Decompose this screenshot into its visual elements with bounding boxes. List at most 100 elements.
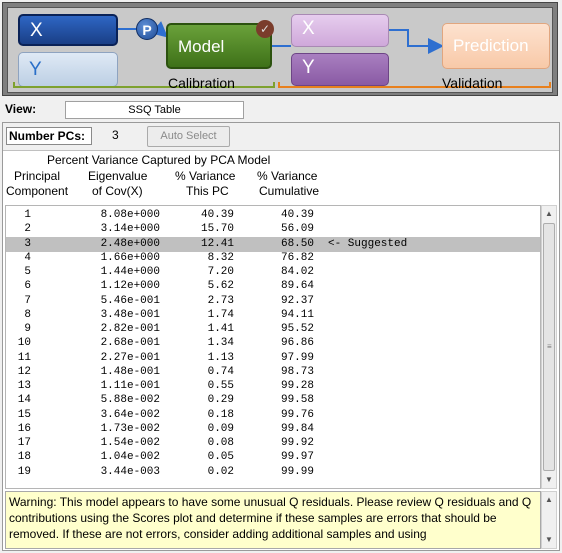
- number-pcs-value[interactable]: 3: [112, 128, 119, 142]
- scroll-down-icon[interactable]: ▼: [542, 472, 556, 488]
- validation-bracket: [278, 82, 551, 88]
- cell-eig: 2.68e-001: [100, 337, 160, 350]
- cell-var: 0.02: [207, 465, 234, 478]
- cell-var: 7.20: [207, 266, 234, 278]
- cell-var: 0.05: [207, 451, 234, 464]
- ssq-table-panel: Number PCs: 3 Auto Select Percent Varian…: [2, 122, 560, 551]
- cell-var: 1.74: [207, 308, 234, 321]
- x-validation-block[interactable]: X: [291, 14, 389, 47]
- cell-eig: 3.64e-002: [100, 408, 160, 421]
- cell-eig: 1.54e-002: [100, 437, 160, 449]
- cell-cum: 40.39: [280, 209, 314, 221]
- workflow-panel: X Y P Model ✓ X Y Prediction Calibration…: [2, 2, 558, 96]
- view-selector[interactable]: SSQ Table: [65, 101, 244, 119]
- table-row[interactable]: 17 1.54e-002 0.08 99.92: [6, 436, 540, 451]
- table-row[interactable]: 7 5.46e-001 2.73 92.37: [6, 294, 540, 309]
- cell-eig: 3.48e-001: [100, 308, 160, 321]
- cell-var: 15.70: [200, 223, 234, 236]
- table-row[interactable]: 12 1.48e-001 0.74 98.73: [6, 365, 540, 380]
- calibration-label: Calibration: [168, 75, 235, 91]
- table-row[interactable]: 2 3.14e+000 15.70 56.09: [6, 222, 540, 237]
- cell-cum: 76.82: [280, 251, 314, 264]
- cell-var: 0.29: [207, 394, 234, 407]
- cell-eig: 1.04e-002: [100, 451, 160, 464]
- cell-eig: 2.27e-001: [100, 351, 160, 364]
- table-row[interactable]: 14 5.88e-002 0.29 99.58: [6, 393, 540, 408]
- cell-pc: 10: [17, 337, 31, 350]
- table-row[interactable]: 8 3.48e-001 1.74 94.11: [6, 308, 540, 323]
- cell-cum: 98.73: [280, 365, 314, 378]
- cell-cum: 99.97: [280, 451, 314, 464]
- warning-scrollbar[interactable]: ▲ ▼: [541, 491, 557, 549]
- table-row[interactable]: 4 1.66e+000 8.32 76.82: [6, 251, 540, 266]
- cell-eig: 8.08e+000: [100, 209, 160, 221]
- cell-var: 1.34: [207, 337, 234, 350]
- check-icon: ✓: [256, 20, 274, 38]
- scrollbar-thumb[interactable]: ≡: [543, 223, 555, 471]
- cell-pc: 8: [24, 308, 31, 321]
- cell-eig: 3.44e-003: [100, 465, 160, 478]
- table-row[interactable]: 5 1.44e+000 7.20 84.02: [6, 265, 540, 280]
- header-variance-cum: % Variance: [257, 169, 318, 183]
- cell-cum: 99.99: [280, 465, 314, 478]
- cell-var: 8.32: [207, 251, 234, 264]
- cell-pc: 14: [17, 394, 31, 407]
- header-variance-this: % Variance: [175, 169, 236, 183]
- table-row[interactable]: 1 8.08e+000 40.39 40.39: [6, 208, 540, 223]
- cell-pc: 16: [17, 422, 31, 435]
- cell-var: 0.74: [207, 365, 234, 378]
- table-title: Percent Variance Captured by PCA Model: [47, 153, 271, 167]
- calibration-bracket: [13, 82, 275, 88]
- cell-pc: 5: [24, 266, 31, 278]
- scroll-down-icon[interactable]: ▼: [542, 532, 556, 548]
- cell-cum: 89.64: [280, 280, 314, 293]
- cell-pc: 17: [17, 437, 31, 449]
- cell-cum: 92.37: [280, 294, 314, 307]
- cell-cum: 94.11: [280, 308, 314, 321]
- scroll-up-icon[interactable]: ▲: [542, 206, 556, 222]
- table-row[interactable]: 11 2.27e-001 1.13 97.99: [6, 351, 540, 366]
- table-header: Percent Variance Captured by PCA Model P…: [3, 151, 559, 203]
- cell-pc: 3: [24, 237, 31, 250]
- cell-cum: 97.99: [280, 351, 314, 364]
- header-principal: Principal: [14, 169, 61, 183]
- table-row[interactable]: 9 2.82e-001 1.41 95.52: [6, 322, 540, 337]
- cell-var: 0.08: [207, 437, 234, 449]
- cell-var: 0.18: [207, 408, 234, 421]
- table-row[interactable]: 13 1.11e-001 0.55 99.28: [6, 379, 540, 394]
- cell-cum: 99.92: [280, 437, 314, 449]
- workflow-diagram: X Y P Model ✓ X Y Prediction Calibration…: [7, 7, 553, 93]
- table-row[interactable]: 3 2.48e+000 12.41 68.50 <- Suggested: [6, 236, 540, 252]
- variance-table[interactable]: 1 8.08e+000 40.39 40.39 2 3.14e+000 15.70 56.09…: [5, 205, 541, 489]
- x-calibration-block[interactable]: X: [18, 14, 118, 46]
- cell-eig: 5.46e-001: [100, 294, 160, 307]
- cell-eig: 1.73e-002: [100, 422, 160, 435]
- cell-pc: 2: [24, 223, 31, 236]
- table-row[interactable]: 19 3.44e-003 0.02 99.99: [6, 465, 540, 480]
- header-eigenvalue: Eigenvalue: [88, 169, 148, 183]
- table-row[interactable]: 15 3.64e-002 0.18 99.76: [6, 408, 540, 423]
- cell-eig: 3.14e+000: [100, 223, 160, 236]
- cell-cum: 99.28: [280, 380, 314, 392]
- prediction-block[interactable]: Prediction: [442, 23, 550, 69]
- cell-eig: 5.88e-002: [100, 394, 160, 407]
- scroll-up-icon[interactable]: ▲: [542, 492, 556, 508]
- table-row[interactable]: 6 1.12e+000 5.62 89.64: [6, 279, 540, 294]
- cell-pc: 9: [24, 323, 31, 335]
- preprocessing-badge[interactable]: P: [136, 18, 158, 40]
- table-row[interactable]: 10 2.68e-001 1.34 96.86: [6, 336, 540, 351]
- table-row[interactable]: 16 1.73e-002 0.09 99.84: [6, 422, 540, 437]
- cell-eig: 1.44e+000: [100, 266, 160, 278]
- cell-pc: 12: [17, 365, 31, 378]
- cell-var: 5.62: [207, 280, 234, 293]
- header-cumulative: Cumulative: [259, 184, 320, 198]
- table-scrollbar[interactable]: ▲ ≡ ▼: [541, 205, 557, 489]
- auto-select-button[interactable]: Auto Select: [147, 126, 230, 147]
- cell-var: 2.73: [207, 294, 234, 307]
- cell-pc: 7: [24, 294, 31, 307]
- cell-cum: 95.52: [280, 323, 314, 335]
- cell-cum: 84.02: [280, 266, 314, 278]
- table-row[interactable]: 18 1.04e-002 0.05 99.97: [6, 450, 540, 465]
- cell-var: 12.41: [200, 237, 234, 250]
- cell-var: 0.09: [207, 422, 234, 435]
